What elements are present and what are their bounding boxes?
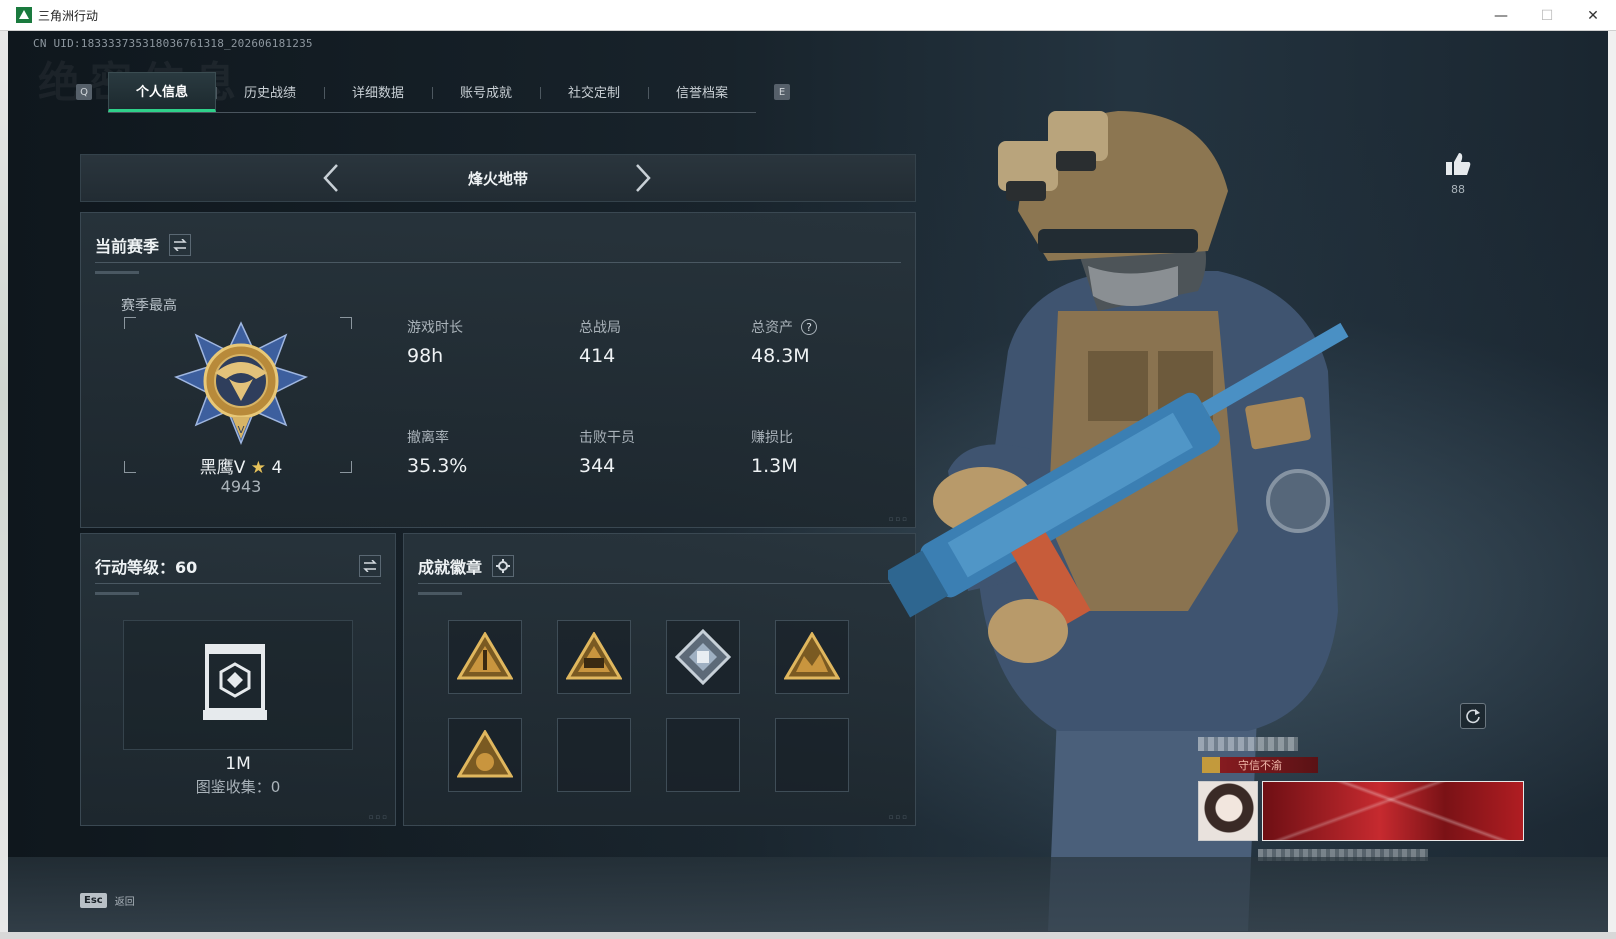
tab-prev-key-hint[interactable]: Q	[76, 84, 92, 100]
gear-icon[interactable]	[492, 554, 515, 577]
maximize-button[interactable]: ☐	[1524, 0, 1570, 31]
badge-slot[interactable]	[557, 620, 631, 694]
badge-slot[interactable]	[666, 620, 740, 694]
swap-level-button[interactable]	[359, 554, 381, 577]
stat-extract-rate: 撤离率 35.3%	[407, 430, 468, 477]
triangle-badge-58-icon	[566, 632, 622, 680]
tab-achievements[interactable]: 账号成就	[432, 72, 540, 112]
profile-tabs: 个人信息 历史战绩 详细数据 账号成就 社交定制 信誉档案	[108, 71, 756, 113]
current-season-panel: 当前赛季 赛季最高 V 黑鹰V ★ 4 4943 游戏时长 98h 总战局 41…	[80, 212, 916, 528]
panel-deco-line	[418, 592, 462, 595]
swap-icon	[363, 559, 377, 572]
triangle-badge-icon	[457, 730, 513, 778]
tab-social-custom[interactable]: 社交定制	[540, 72, 648, 112]
badge-slot[interactable]	[775, 620, 849, 694]
action-level-panel: 行动等级：60 1M 图鉴收集：0 ▫▫▫	[80, 533, 396, 826]
collection-count: 图鉴收集：0	[195, 778, 281, 796]
desktop-edge-left	[0, 31, 8, 939]
level-title: 行动等级：60	[95, 557, 198, 577]
tab-personal-info[interactable]: 个人信息	[108, 71, 216, 112]
triangle-badge-icon	[784, 632, 840, 680]
window-controls: — ☐ ✕	[1478, 0, 1616, 31]
minimize-button[interactable]: —	[1478, 0, 1524, 31]
stat-total-matches: 总战局 414	[579, 320, 621, 367]
chevron-right-icon[interactable]	[631, 164, 655, 192]
avatar[interactable]	[1198, 781, 1258, 841]
panel-deco-dots: ▫▫▫	[368, 813, 389, 821]
badge-slot[interactable]	[448, 620, 522, 694]
player-name-blurred	[1198, 737, 1298, 751]
mode-title: 烽火地带	[467, 170, 528, 188]
help-icon[interactable]: ?	[801, 319, 817, 335]
triangle-badge-icon	[457, 632, 513, 680]
back-button[interactable]: Esc 返回	[80, 893, 135, 908]
stat-operators-defeated: 击败干员 344	[579, 430, 635, 477]
tab-detailed-data[interactable]: 详细数据	[324, 72, 432, 112]
badge-slot-empty[interactable]	[557, 718, 631, 792]
display-case-icon	[203, 644, 267, 720]
achievement-title: 成就徽章	[418, 557, 483, 577]
season-best-label: 赛季最高	[121, 298, 177, 314]
thumbs-up-icon[interactable]	[1444, 151, 1472, 177]
reputation-tag: 守信不渝	[1202, 757, 1318, 773]
rank-star-icon: ★	[250, 458, 267, 478]
tab-match-history[interactable]: 历史战绩	[216, 72, 324, 112]
game-viewport: 绝密信息 CN UID:18333373531803676131​8_20260…	[8, 31, 1608, 932]
achievement-badges-panel: 成就徽章 ▫▫▫	[403, 533, 916, 826]
stat-play-time: 游戏时长 98h	[407, 320, 463, 367]
stat-profit-loss: 赚损比 1.3M	[751, 430, 798, 477]
svg-text:V: V	[238, 425, 245, 436]
like-count: 88	[1451, 183, 1465, 196]
rank-points: 4943	[220, 477, 262, 496]
season-header: 当前赛季	[95, 227, 901, 263]
panel-deco-line	[95, 271, 139, 274]
scale-icon	[1202, 757, 1220, 773]
rank-eagle-badge-icon: V	[174, 321, 308, 445]
level-header: 行动等级：60	[95, 548, 381, 584]
diamond-badge-icon	[675, 629, 731, 685]
card-banner-image	[1262, 781, 1524, 841]
season-title: 当前赛季	[95, 236, 160, 256]
panel-deco-line	[95, 592, 139, 595]
badge-slot-empty[interactable]	[775, 718, 849, 792]
achievement-header: 成就徽章	[418, 548, 901, 584]
close-button[interactable]: ✕	[1570, 0, 1616, 31]
back-label: 返回	[114, 897, 135, 908]
badge-slot[interactable]	[448, 718, 522, 792]
app-logo-icon	[16, 7, 32, 23]
desktop-edge-right	[1608, 31, 1616, 939]
window-title: 三角洲行动	[38, 8, 99, 23]
level-value: 1M	[225, 754, 251, 774]
rank-name: 黑鹰V ★ 4	[199, 458, 283, 478]
tab-credit-record[interactable]: 信誉档案	[648, 72, 756, 112]
desktop-edge-bottom	[0, 932, 1616, 939]
bottom-bar: Esc 返回	[8, 857, 1608, 932]
swap-season-button[interactable]	[169, 233, 192, 256]
chevron-left-icon[interactable]	[319, 164, 343, 192]
refresh-icon[interactable]	[1460, 703, 1486, 729]
badge-slot-empty[interactable]	[666, 718, 740, 792]
esc-key-hint: Esc	[80, 893, 107, 908]
uid-text: CN UID:18333373531803676131​8_2026061812…	[33, 37, 313, 50]
window-titlebar: 三角洲行动 — ☐ ✕	[0, 0, 1616, 31]
player-card[interactable]: 守信不渝	[1198, 737, 1534, 873]
mode-selector: 烽火地带	[80, 154, 916, 202]
profile-tabbar: Q 个人信息 历史战绩 详细数据 账号成就 社交定制 信誉档案 E	[76, 71, 796, 113]
like-group: 88	[1438, 151, 1478, 196]
stat-total-assets: 总资产? 48.3M	[751, 317, 901, 367]
tab-next-key-hint[interactable]: E	[774, 84, 790, 100]
swap-icon	[173, 238, 187, 251]
